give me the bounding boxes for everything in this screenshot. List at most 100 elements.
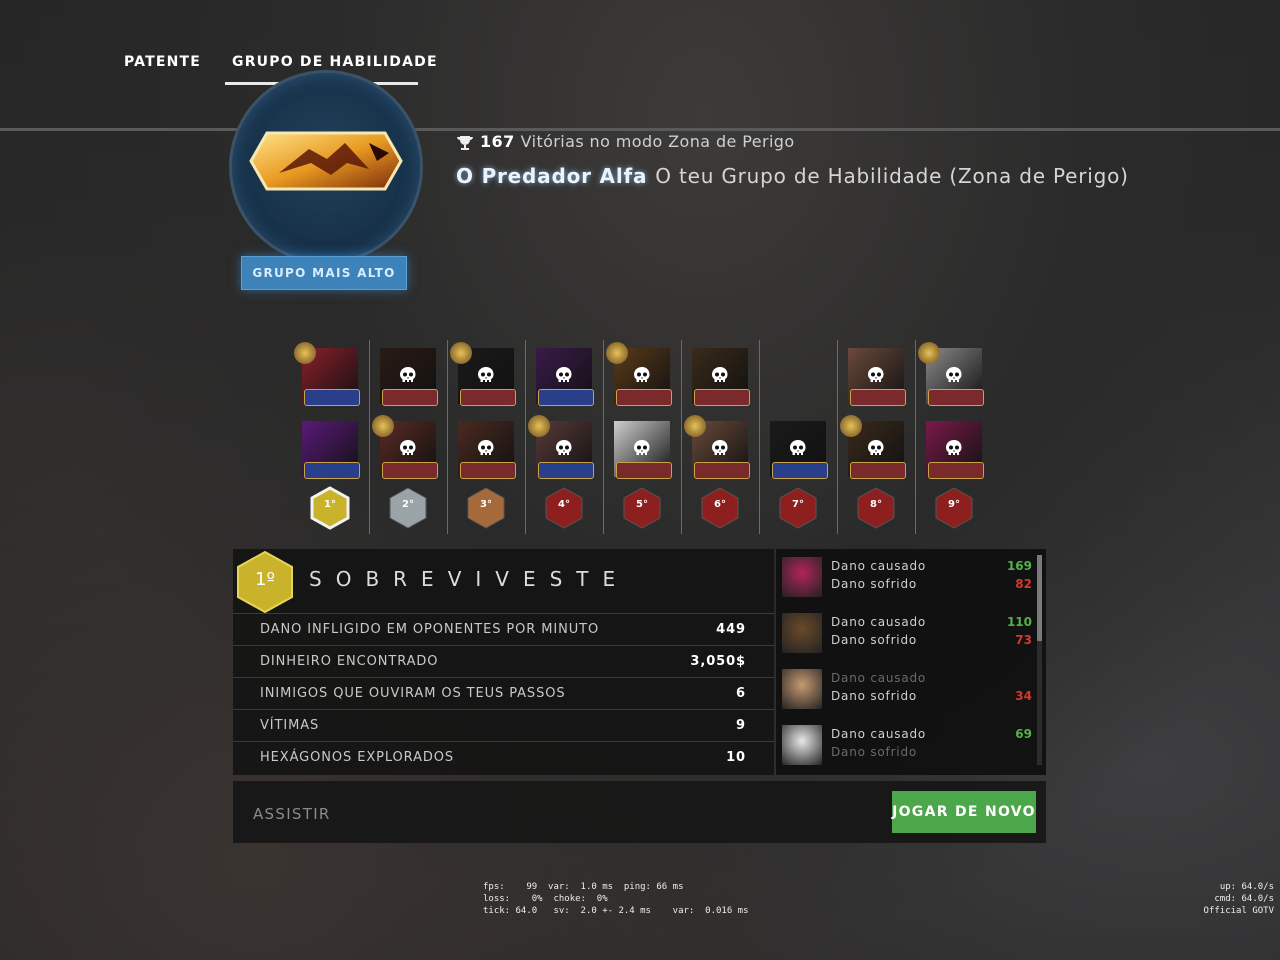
skill-badge-icon <box>850 462 906 479</box>
damage-dealt-value: 69 <box>1015 727 1032 741</box>
stat-value: 10 <box>726 750 746 765</box>
skull-icon <box>865 438 887 460</box>
damage-dealt-value: 110 <box>1006 615 1032 629</box>
skill-badge-icon <box>694 389 750 406</box>
player-avatar[interactable] <box>918 342 984 406</box>
player-avatar[interactable] <box>380 348 438 406</box>
skull-icon <box>787 438 809 460</box>
place-hex-label-wrap: 1º <box>237 551 293 613</box>
damage-dealt-label: Dano causado <box>831 727 927 741</box>
stat-label: INIMIGOS QUE OUVIRAM OS TEUS PASSOS <box>260 686 566 701</box>
opponent-avatar[interactable] <box>782 557 822 597</box>
skull-icon <box>631 365 653 387</box>
tab-grupo-de-habilidade[interactable]: GRUPO DE HABILIDADE <box>232 54 438 70</box>
damage-taken-label: Dano sofrido <box>831 633 918 647</box>
medal-icon <box>450 342 472 364</box>
skill-badge-icon <box>850 389 906 406</box>
medal-icon <box>918 342 940 364</box>
skull-icon <box>631 438 653 460</box>
player-avatar[interactable] <box>614 421 672 479</box>
player-avatar[interactable] <box>692 348 750 406</box>
place-label: 3° <box>480 499 492 510</box>
skull-icon <box>397 365 419 387</box>
player-avatar[interactable] <box>458 421 516 479</box>
player-avatar[interactable] <box>926 421 984 479</box>
player-avatar[interactable] <box>536 348 594 406</box>
skull-icon <box>943 365 965 387</box>
skill-badge-icon <box>382 389 438 406</box>
stat-label: HEXÁGONOS EXPLORADOS <box>260 750 455 765</box>
damage-dealt-label: Dano causado <box>831 671 927 685</box>
player-avatar[interactable] <box>294 342 360 406</box>
skill-badge-icon <box>304 462 360 479</box>
opponent-row[interactable]: Dano causado Dano sofrido 34 <box>782 667 1032 711</box>
place-label: 9° <box>948 499 960 510</box>
skill-group-name: O Predador Alfa <box>456 164 648 188</box>
placement-column: 1° <box>292 338 370 536</box>
stat-value: 9 <box>736 718 746 733</box>
medal-icon <box>606 342 628 364</box>
player-avatar[interactable] <box>840 415 906 479</box>
player-avatar[interactable] <box>848 348 906 406</box>
opponent-avatar[interactable] <box>782 613 822 653</box>
place-label: 1° <box>324 499 336 510</box>
skull-icon <box>865 365 887 387</box>
skill-badge-icon <box>460 389 516 406</box>
place-hexagon: 7° <box>778 486 818 530</box>
stat-label: VÍTIMAS <box>260 718 320 733</box>
placement-column: 9° <box>916 338 994 536</box>
opponent-row[interactable]: Dano causado Dano sofrido 69 <box>782 723 1032 767</box>
watch-button[interactable]: ASSISTIR <box>253 805 331 823</box>
skill-badge-icon <box>382 462 438 479</box>
stat-row: DINHEIRO ENCONTRADO 3,050$ <box>233 645 774 677</box>
result-place: 1º <box>255 569 275 590</box>
skill-badge-icon <box>772 462 828 479</box>
wins-line: 167 Vitórias no modo Zona de Perigo <box>456 132 795 152</box>
player-avatar[interactable] <box>372 415 438 479</box>
skull-icon <box>475 438 497 460</box>
place-hexagon: 6° <box>700 486 740 530</box>
place-label: 7° <box>792 499 804 510</box>
placement-column: 5° <box>604 338 682 536</box>
player-avatar[interactable] <box>684 415 750 479</box>
player-avatar[interactable] <box>450 342 516 406</box>
stat-value: 6 <box>736 686 746 701</box>
damage-dealt-label: Dano causado <box>831 615 927 629</box>
player-avatar[interactable] <box>606 342 672 406</box>
skill-badge-icon <box>538 462 594 479</box>
skull-icon <box>475 365 497 387</box>
player-avatar[interactable] <box>302 421 360 479</box>
place-hexagon: 8° <box>856 486 896 530</box>
place-hexagon: 4° <box>544 486 584 530</box>
opponent-avatar[interactable] <box>782 725 822 765</box>
stat-row: HEXÁGONOS EXPLORADOS 10 <box>233 741 774 773</box>
damage-taken-label: Dano sofrido <box>831 689 918 703</box>
skill-badge-icon <box>928 389 984 406</box>
place-hexagon: 2° <box>388 486 428 530</box>
highest-group-button[interactable]: GRUPO MAIS ALTO <box>241 256 407 290</box>
opponent-row[interactable]: Dano causado Dano sofrido 110 73 <box>782 611 1032 655</box>
skull-icon <box>397 438 419 460</box>
opponent-avatar[interactable] <box>782 669 822 709</box>
medal-icon <box>372 415 394 437</box>
damage-taken-label: Dano sofrido <box>831 745 918 759</box>
stat-row: DANO INFLIGIDO EM OPONENTES POR MINUTO 44… <box>233 613 774 645</box>
opponents-scrollbar[interactable] <box>1037 555 1042 765</box>
opponent-row[interactable]: Dano causado Dano sofrido 169 82 <box>782 555 1032 599</box>
placement-column: 8° <box>838 338 916 536</box>
stat-row: INIMIGOS QUE OUVIRAM OS TEUS PASSOS 6 <box>233 677 774 709</box>
skull-icon <box>553 438 575 460</box>
scrollbar-thumb[interactable] <box>1037 555 1042 641</box>
tab-patente[interactable]: PATENTE <box>124 54 201 70</box>
skull-icon <box>943 438 965 460</box>
place-label: 6° <box>714 499 726 510</box>
player-avatar[interactable] <box>770 421 828 479</box>
opponents-panel[interactable]: Dano causado Dano sofrido 169 82 Dano causad… <box>776 549 1046 775</box>
damage-dealt-value: 169 <box>1006 559 1032 573</box>
predator-emblem-icon <box>249 131 403 191</box>
player-avatar[interactable] <box>528 415 594 479</box>
stat-value: 449 <box>716 622 746 637</box>
wins-count: 167 <box>480 132 515 151</box>
skill-group-title: O Predador Alfa O teu Grupo de Habilidade… <box>456 164 1129 188</box>
play-again-button[interactable]: JOGAR DE NOVO <box>892 791 1036 833</box>
